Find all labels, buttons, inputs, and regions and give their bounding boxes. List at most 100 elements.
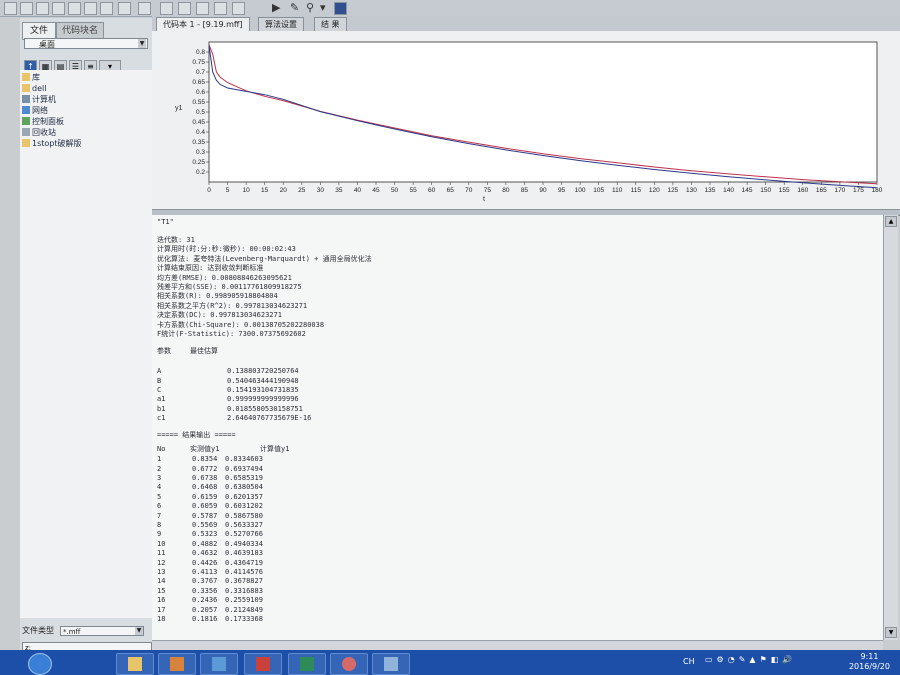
results-cell-no: 16 — [157, 596, 166, 605]
results-cell-computed: 0.5270766 — [225, 530, 263, 539]
taskbar-excel[interactable] — [288, 653, 326, 675]
param-name: B — [157, 376, 162, 385]
tab-code-file[interactable]: 代码本 1 - [9.19.mff] — [156, 17, 250, 32]
results-cell-no: 3 — [157, 474, 162, 482]
x-tick-label: 160 — [797, 187, 808, 194]
location-select[interactable]: 桌面 ▼ — [24, 38, 148, 49]
tree-item-control-panel[interactable]: 控制面板 — [22, 116, 64, 127]
plot-area — [208, 41, 878, 183]
toolbar-button[interactable] — [84, 2, 97, 15]
x-tick-label: 145 — [742, 187, 753, 194]
results-cell-computed: 0.2559109 — [225, 596, 263, 605]
toolbar-button[interactable] — [68, 2, 81, 15]
chevron-down-icon[interactable]: ▼ — [135, 626, 143, 635]
window-icon — [212, 657, 226, 671]
language-indicator[interactable]: CH — [683, 657, 695, 666]
x-tick-label: 30 — [317, 187, 325, 194]
file-type-row: 文件类型 *.mff ▼ — [22, 625, 152, 637]
param-name: c1 — [157, 413, 166, 422]
tab-results[interactable]: 结 果 — [314, 17, 347, 32]
start-button[interactable] — [28, 653, 52, 675]
results-cell-no: 9 — [157, 530, 162, 539]
chevron-down-icon[interactable]: ▼ — [138, 39, 146, 48]
toolbar-button[interactable] — [214, 2, 227, 15]
x-tick-label: 15 — [261, 187, 269, 194]
toolbar-button[interactable] — [36, 2, 49, 15]
taskbar-explorer[interactable] — [116, 653, 154, 675]
results-cell-measured: 0.5569 — [192, 521, 218, 529]
clock[interactable]: 9:11 2016/9/20 — [849, 652, 890, 672]
vertical-scrollbar[interactable]: ▲ ▼ — [883, 215, 898, 640]
folder-icon — [128, 657, 142, 671]
taskbar-pen-app[interactable] — [244, 653, 282, 675]
tree-item-computer[interactable]: 计算机 — [22, 94, 56, 105]
results-column-header: 计算值y1 — [260, 445, 290, 454]
scroll-up-icon[interactable]: ▲ — [885, 216, 897, 227]
tree-item-library[interactable]: 库 — [22, 72, 40, 83]
file-browser-panel: 文件 代码块名 桌面 ▼ ↑ ▦ ▤ ☰ ≡ ▾ 库 dell 计算机 网络 控制面板 回… — [20, 18, 153, 658]
taskbar-app[interactable] — [372, 653, 410, 675]
x-tick-label: 120 — [649, 187, 660, 194]
results-output[interactable]: "T1" 迭代数: 31 计算用时(时:分:秒:微秒): 00:00:02:43 优化… — [152, 215, 883, 640]
y-tick-label: 0.25 — [192, 159, 205, 166]
y-tick-label: 0.6 — [196, 89, 205, 96]
run-icon[interactable]: ▶ — [272, 0, 280, 15]
results-title: ===== 结果输出 ===== — [157, 431, 236, 440]
summary-line: 均方差(RMSE): 0.00808846263095621 — [157, 273, 292, 282]
pen-icon[interactable]: ✎ — [290, 0, 299, 15]
results-cell-measured: 0.6772 — [192, 464, 218, 473]
x-tick-label: 10 — [242, 187, 250, 194]
results-cell-no: 4 — [157, 483, 162, 492]
save-button[interactable] — [334, 2, 347, 15]
toolbar-button[interactable] — [138, 2, 151, 15]
toolbar-button[interactable] — [52, 2, 65, 15]
system-tray-icons[interactable]: ▭⚙◔✎▲⚑◧🔊 — [705, 655, 795, 664]
results-cell-measured: 0.1816 — [192, 615, 218, 623]
tree-item-1stopt[interactable]: 1stopt破解版 — [22, 138, 82, 149]
toolbar-button[interactable] — [196, 2, 209, 15]
summary-line: 计算结束原因: 达到收敛判断标准 — [157, 264, 264, 273]
results-cell-no: 1 — [157, 455, 162, 464]
results-cell-computed: 0.4940334 — [225, 539, 263, 548]
tree-item-recycle-bin[interactable]: 回收站 — [22, 127, 56, 138]
toolbar-button[interactable] — [160, 2, 173, 15]
results-cell-computed: 0.8334603 — [225, 455, 263, 464]
x-axis-label: t — [483, 196, 485, 203]
tab-algorithm-settings[interactable]: 算法设置 — [258, 17, 304, 32]
file-type-select[interactable]: *.mff ▼ — [60, 625, 144, 636]
results-cell-computed: 0.4114576 — [225, 568, 263, 576]
network-icon — [22, 106, 30, 114]
taskbar-media[interactable] — [158, 653, 196, 675]
x-tick-label: 165 — [816, 187, 827, 194]
x-tick-label: 75 — [484, 187, 492, 194]
taskbar-browser[interactable] — [330, 653, 368, 675]
y-tick-label: 0.3 — [196, 149, 205, 156]
x-tick-label: 150 — [760, 187, 771, 194]
x-tick-label: 115 — [631, 187, 642, 194]
scroll-down-icon[interactable]: ▼ — [885, 627, 897, 638]
user-folder-icon — [22, 84, 30, 92]
toolbar-button[interactable] — [118, 2, 131, 15]
toolbar: ▶ ✎ ⚲ ▾ — [0, 0, 900, 17]
toolbar-button[interactable] — [4, 2, 17, 15]
results-cell-no: 6 — [157, 502, 162, 511]
y-tick-label: 0.2 — [196, 169, 205, 176]
dropdown-icon[interactable]: ▾ — [320, 0, 326, 15]
toolbar-button[interactable] — [178, 2, 191, 15]
results-cell-no: 17 — [157, 605, 166, 614]
toolbar-button[interactable] — [232, 2, 245, 15]
tree-item-user[interactable]: dell — [22, 83, 46, 94]
y-tick-label: 0.4 — [196, 129, 205, 136]
tree-item-network[interactable]: 网络 — [22, 105, 48, 116]
pin-icon[interactable]: ⚲ — [306, 0, 314, 15]
toolbar-button[interactable] — [20, 2, 33, 15]
toolbar-button[interactable] — [100, 2, 113, 15]
results-cell-computed: 0.6031202 — [225, 502, 263, 511]
results-cell-measured: 0.3767 — [192, 577, 218, 586]
results-cell-computed: 0.1733368 — [225, 615, 263, 623]
y-tick-label: 0.35 — [192, 139, 205, 146]
x-tick-label: 110 — [612, 187, 623, 194]
taskbar-window[interactable] — [200, 653, 238, 675]
results-cell-computed: 0.2124849 — [225, 605, 263, 614]
x-tick-label: 135 — [705, 187, 716, 194]
